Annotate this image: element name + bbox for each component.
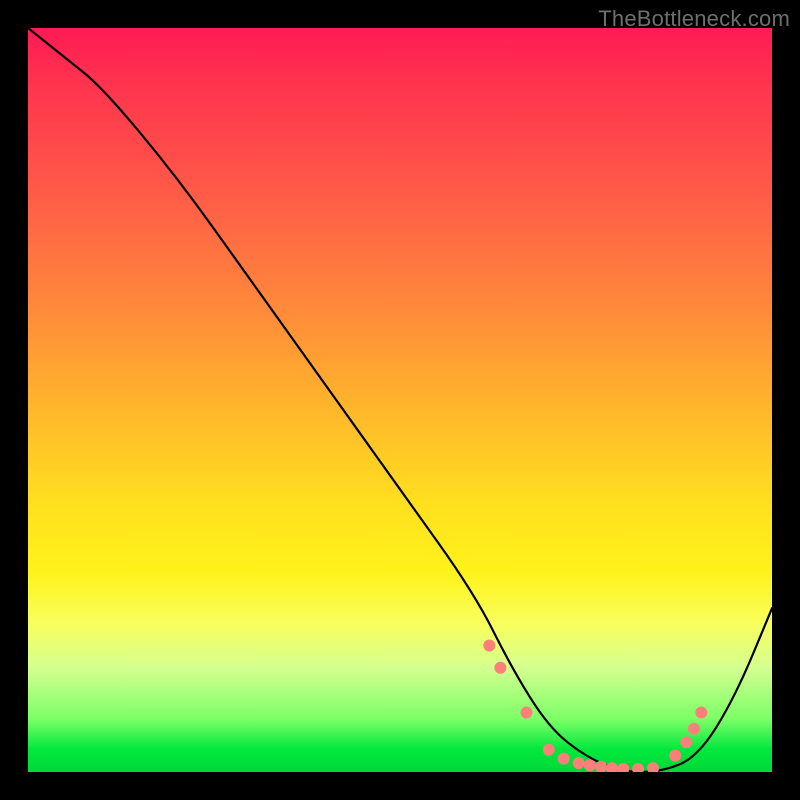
highlight-dot xyxy=(606,762,618,772)
highlight-dot xyxy=(543,744,555,756)
highlight-dot xyxy=(632,763,644,772)
highlight-dot xyxy=(669,750,681,762)
highlight-dot xyxy=(680,736,692,748)
highlight-dot xyxy=(494,662,506,674)
highlight-dot xyxy=(558,753,570,765)
highlight-dots xyxy=(483,640,707,773)
highlight-dot xyxy=(647,762,659,772)
highlight-dot xyxy=(617,763,629,772)
highlight-dot xyxy=(695,707,707,719)
highlight-dot xyxy=(688,723,700,735)
highlight-dot xyxy=(483,640,495,652)
curve-layer xyxy=(28,28,772,772)
watermark-text: TheBottleneck.com xyxy=(598,6,790,32)
bottleneck-curve xyxy=(28,28,772,772)
plot-area xyxy=(28,28,772,772)
highlight-dot xyxy=(584,759,596,771)
chart-stage: TheBottleneck.com xyxy=(0,0,800,800)
highlight-dot xyxy=(595,761,607,772)
highlight-dot xyxy=(521,707,533,719)
highlight-dot xyxy=(573,757,585,769)
